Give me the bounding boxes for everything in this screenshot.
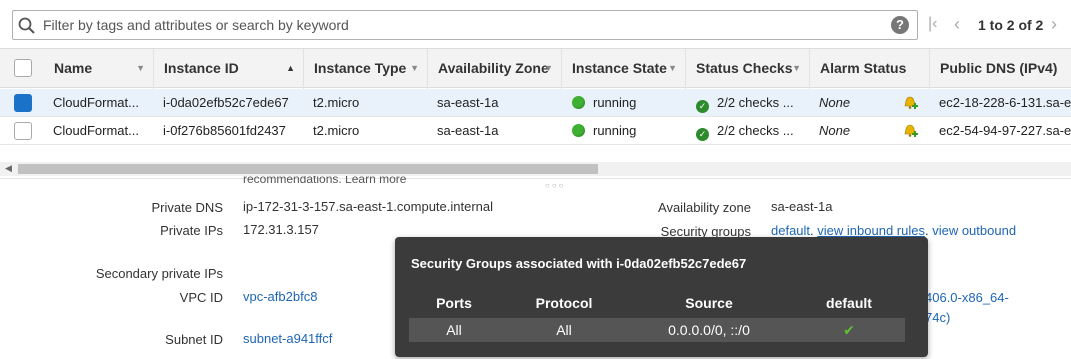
- column-header-instance-type[interactable]: Instance Type ▼: [304, 49, 428, 89]
- sort-icon: ▼: [792, 63, 801, 73]
- cell-status-checks: ✓ 2/2 checks ...: [696, 89, 806, 117]
- column-header-status-checks[interactable]: Status Checks ▼: [686, 49, 810, 89]
- scrollbar-thumb[interactable]: [18, 164, 598, 174]
- cell-instance-id: i-0da02efb52c7ede67: [163, 95, 289, 110]
- column-header-public-dns[interactable]: Public DNS (IPv4): [930, 49, 1071, 89]
- private-ips-value: 172.31.3.157: [243, 222, 319, 237]
- rule-ports: All: [446, 322, 462, 338]
- search-input[interactable]: [43, 15, 883, 35]
- ami-id-partial[interactable]: 74c): [925, 310, 950, 325]
- search-box[interactable]: [12, 10, 918, 40]
- rule-source: 0.0.0.0/0, ::/0: [668, 322, 750, 338]
- horizontal-scrollbar[interactable]: ◀: [0, 162, 1071, 176]
- cell-name: CloudFormat...: [53, 123, 139, 138]
- create-alarm-icon[interactable]: [902, 123, 918, 139]
- column-header-availability-zone[interactable]: Availability Zone ▼: [428, 49, 562, 89]
- protocol-header: Protocol: [535, 295, 593, 311]
- previous-page-icon[interactable]: ‹: [954, 14, 960, 35]
- column-label: Status Checks: [696, 60, 793, 76]
- private-dns-label: Private DNS: [151, 200, 223, 215]
- rule-default-check-icon: ✔: [843, 322, 855, 338]
- column-header-name[interactable]: Name ▼: [44, 49, 154, 89]
- cell-status-checks: ✓ 2/2 checks ...: [696, 117, 806, 145]
- resize-handle[interactable]: ○○○: [545, 181, 566, 190]
- availability-zone-label: Availability zone: [658, 200, 751, 215]
- table-row[interactable]: CloudFormat... i-0da02efb52c7ede67 t2.mi…: [0, 89, 1071, 117]
- state-label: running: [593, 95, 637, 110]
- column-label: Public DNS (IPv4): [940, 60, 1058, 76]
- ami-name-partial[interactable]: 406.0-x86_64-: [925, 290, 1009, 305]
- vpc-id-label: VPC ID: [179, 290, 223, 305]
- cell-availability-zone: sa-east-1a: [437, 95, 499, 110]
- checks-label: 2/2 checks ...: [717, 123, 794, 138]
- vpc-id-link[interactable]: vpc-afb2bfc8: [243, 289, 317, 304]
- cell-instance-state: running: [572, 89, 682, 117]
- sort-ascending-icon: ▲: [286, 63, 295, 73]
- view-outbound-rules-link[interactable]: view outbound: [932, 223, 1016, 238]
- cell-name: CloudFormat...: [53, 95, 139, 110]
- search-icon: [18, 17, 35, 34]
- cell-alarm-status: None: [819, 95, 851, 110]
- filter-bar: ? |‹ ‹ 1 to 2 of 2 ›: [0, 0, 1071, 48]
- help-icon[interactable]: ?: [891, 16, 909, 34]
- popover-title: Security Groups associated with i-0da02e…: [411, 256, 747, 271]
- private-dns-value: ip-172-31-3-157.sa-east-1.compute.intern…: [243, 199, 494, 214]
- state-label: running: [593, 123, 637, 138]
- ports-header: Ports: [436, 295, 472, 311]
- running-status-icon: [572, 124, 585, 137]
- select-all-checkbox[interactable]: [14, 59, 32, 77]
- sort-icon: ▼: [136, 63, 145, 73]
- create-alarm-icon[interactable]: [902, 95, 918, 111]
- running-status-icon: [572, 96, 585, 109]
- cell-instance-type: t2.micro: [313, 95, 360, 110]
- security-groups-value: default. view inbound rules. view outbou…: [771, 223, 1017, 238]
- table-row[interactable]: CloudFormat... i-0f276b85601fd2437 t2.mi…: [0, 117, 1071, 145]
- column-header-instance-state[interactable]: Instance State ▼: [562, 49, 686, 89]
- sort-icon: ▼: [668, 63, 677, 73]
- next-page-icon[interactable]: ›: [1051, 14, 1057, 35]
- sort-icon: ▼: [410, 63, 419, 73]
- secondary-private-ips-label: Secondary private IPs: [95, 266, 223, 281]
- column-label: Name: [54, 60, 93, 76]
- default-header: default: [826, 295, 872, 311]
- table-header: Name ▼ Instance ID ▲ Instance Type ▼ Ava…: [0, 48, 1071, 89]
- row-checkbox[interactable]: [14, 122, 32, 140]
- cell-public-dns: ec2-18-228-6-131.sa-e: [939, 95, 1071, 110]
- cell-instance-id: i-0f276b85601fd2437: [163, 123, 286, 138]
- column-label: Instance State: [572, 60, 667, 76]
- sort-icon: ▼: [544, 63, 553, 73]
- subnet-id-label: Subnet ID: [165, 332, 223, 347]
- source-header: Source: [685, 295, 733, 311]
- cell-public-dns: ec2-54-94-97-227.sa-e: [939, 123, 1071, 138]
- check-passed-icon: ✓: [696, 128, 709, 141]
- security-rule-row: All All 0.0.0.0/0, ::/0 ✔: [409, 318, 905, 342]
- column-label: Instance ID: [164, 60, 239, 76]
- cell-instance-type: t2.micro: [313, 123, 360, 138]
- column-label: Alarm Status: [820, 60, 907, 76]
- column-header-alarm-status[interactable]: Alarm Status: [810, 49, 930, 89]
- subnet-id-link[interactable]: subnet-a941ffcf: [243, 331, 332, 346]
- truncated-text: recommendations. Learn more: [243, 176, 407, 186]
- row-checkbox[interactable]: [14, 94, 32, 112]
- column-label: Availability Zone: [438, 60, 549, 76]
- column-header-instance-id[interactable]: Instance ID ▲: [154, 49, 304, 89]
- security-groups-popover: Security Groups associated with i-0da02e…: [395, 237, 928, 357]
- cell-availability-zone: sa-east-1a: [437, 123, 499, 138]
- checks-label: 2/2 checks ...: [717, 95, 794, 110]
- first-page-icon[interactable]: |‹: [928, 15, 937, 33]
- cell-alarm-status: None: [819, 123, 851, 138]
- rule-protocol: All: [556, 322, 572, 338]
- private-ips-label: Private IPs: [160, 223, 223, 238]
- pagination-text: 1 to 2 of 2: [978, 17, 1044, 33]
- cell-instance-state: running: [572, 117, 682, 145]
- scroll-left-icon[interactable]: ◀: [5, 163, 12, 174]
- availability-zone-value: sa-east-1a: [771, 199, 833, 214]
- view-inbound-rules-link[interactable]: view inbound rules: [817, 223, 925, 238]
- check-passed-icon: ✓: [696, 100, 709, 113]
- column-label: Instance Type: [314, 60, 407, 76]
- security-group-default-link[interactable]: default: [771, 223, 810, 238]
